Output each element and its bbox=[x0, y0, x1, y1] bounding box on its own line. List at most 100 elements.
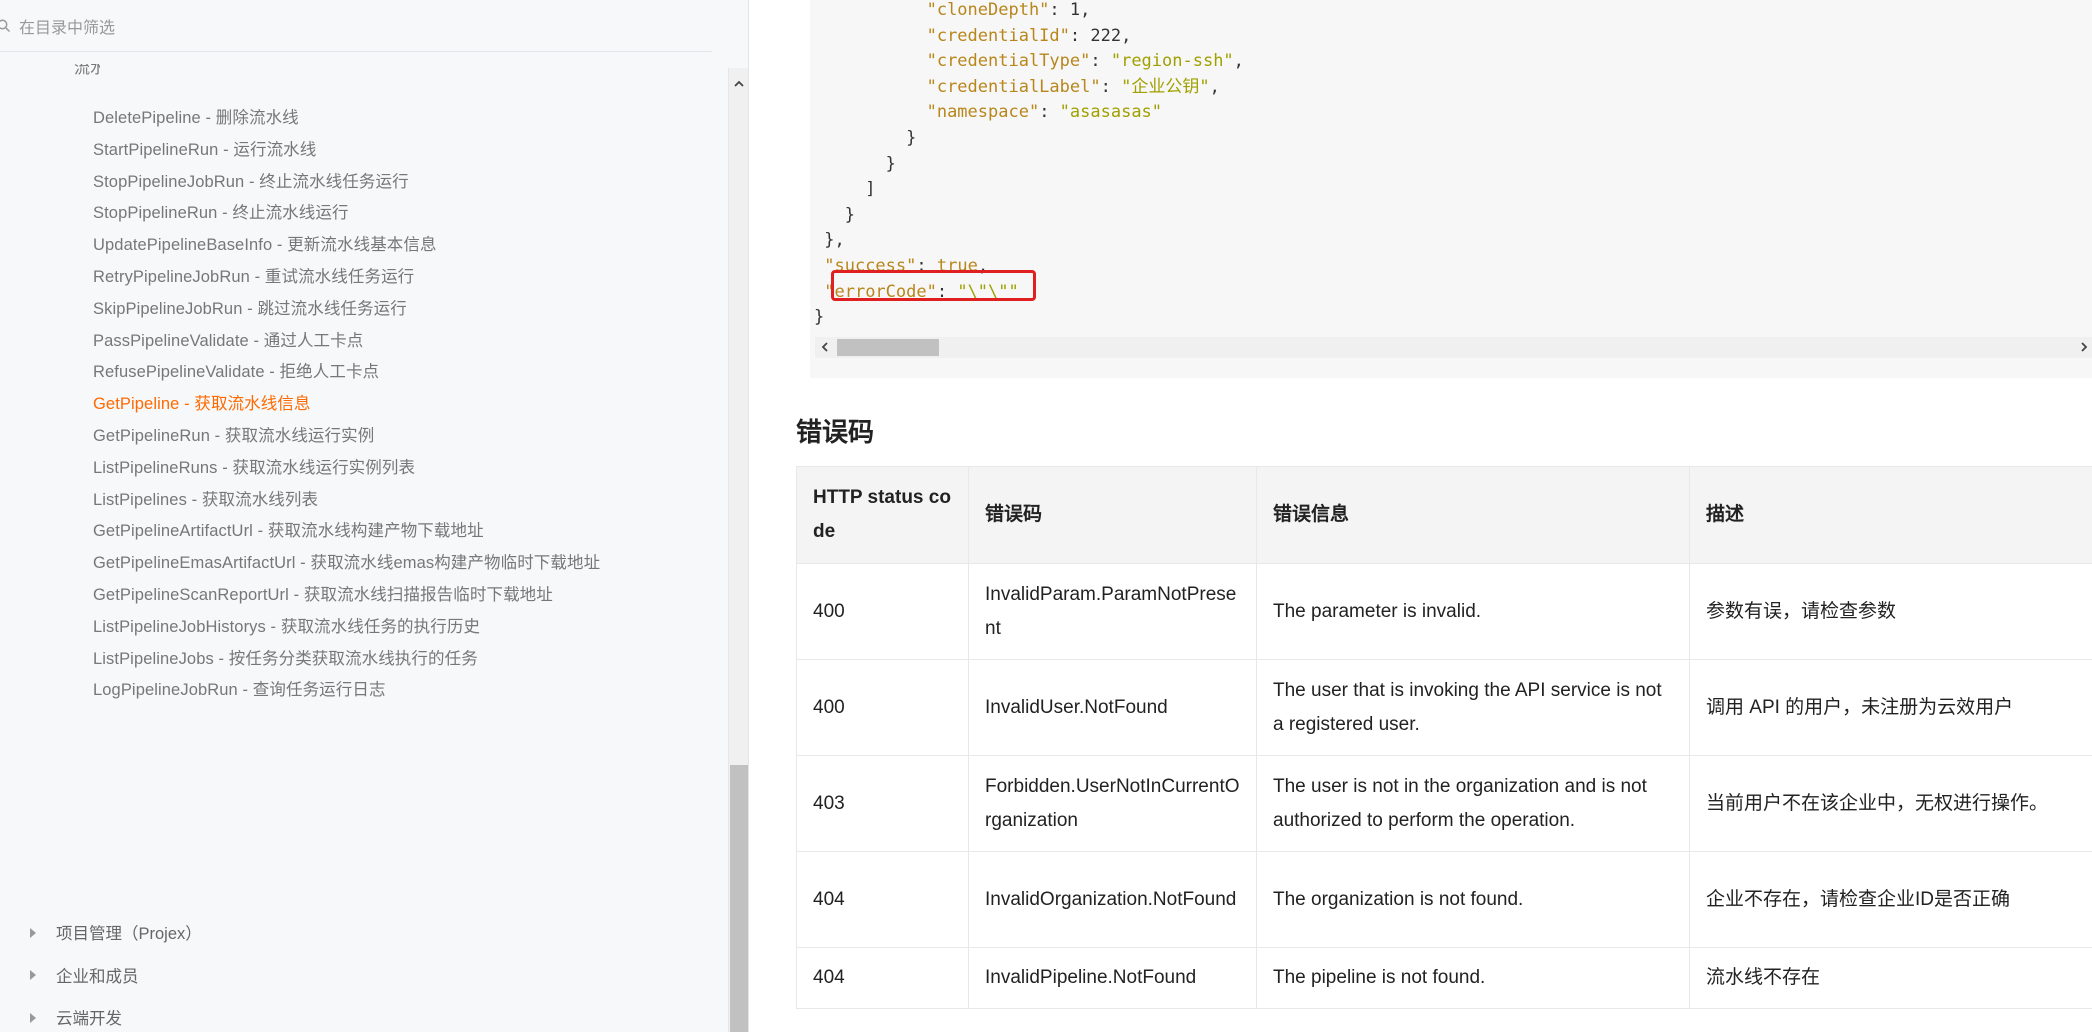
code-punct: , bbox=[1121, 25, 1132, 46]
code-key: "cloneDepth" bbox=[926, 0, 1050, 20]
header-http-status: HTTP status code bbox=[796, 466, 969, 564]
cell-description: 参数有误，请检查参数 bbox=[1689, 563, 2092, 660]
cell-error-code: InvalidPipeline.NotFound bbox=[968, 947, 1257, 1009]
sidebar-section[interactable]: 项目管理（Projex） bbox=[30, 920, 202, 944]
sidebar-item[interactable]: StartPipelineRun - 运行流水线 bbox=[93, 136, 316, 160]
cell-error-message: The organization is not found. bbox=[1256, 851, 1690, 948]
cell-description: 企业不存在，请检查企业ID是否正确 bbox=[1689, 851, 2092, 948]
code-line: "namespace": "asasasas" bbox=[814, 100, 1244, 126]
code-block: "cloneDepth": 1, "credentialId": 222, "c… bbox=[810, 0, 2092, 378]
table-row: 403 Forbidden.UserNotInCurrentOrganizatio… bbox=[796, 755, 2092, 852]
header-error-message: 错误信息 bbox=[1256, 466, 1690, 564]
sidebar-item[interactable]: SkipPipelineJobRun - 跳过流水线任务运行 bbox=[93, 295, 407, 319]
sidebar-section[interactable]: 企业和成员 bbox=[30, 963, 139, 987]
chevron-left-icon[interactable] bbox=[819, 341, 831, 353]
sidebar-section-label: 云端开发 bbox=[56, 1010, 122, 1028]
code-value: "region-ssh" bbox=[1110, 51, 1234, 72]
table-row: 400 InvalidUser.NotFound The user that is … bbox=[796, 659, 2092, 756]
search-icon bbox=[0, 19, 11, 32]
sidebar-item[interactable]: GetPipelineArtifactUrl - 获取流水线构建产物下载地址 bbox=[93, 517, 484, 541]
sidebar-scrollbar[interactable] bbox=[728, 68, 748, 1032]
cell-error-code: Forbidden.UserNotInCurrentOrganization bbox=[968, 755, 1257, 852]
code-line: "credentialId": 222, bbox=[814, 24, 1244, 50]
sidebar-item[interactable]: RefusePipelineValidate - 拒绝人工卡点 bbox=[93, 358, 379, 382]
cell-http-status: 400 bbox=[796, 659, 969, 756]
code-punct: , bbox=[1209, 76, 1220, 97]
cell-error-message: The user that is invoking the API servic… bbox=[1256, 659, 1690, 756]
sidebar-item[interactable]: ListPipelineJobs - 按任务分类获取流水线执行的任务 bbox=[93, 645, 478, 669]
code-separator: : bbox=[1039, 102, 1060, 123]
sidebar-section[interactable]: 云端开发 bbox=[30, 1005, 122, 1029]
caret-right-icon bbox=[30, 927, 36, 938]
code-line: } bbox=[814, 305, 1244, 331]
caret-right-icon bbox=[30, 970, 36, 981]
error-codes-heading: 错误码 bbox=[796, 417, 875, 447]
chevron-up-icon[interactable] bbox=[733, 78, 745, 90]
sidebar-item[interactable]: DeletePipeline - 删除流水线 bbox=[93, 104, 299, 128]
sidebar-item[interactable]: ListPipelines - 获取流水线列表 bbox=[93, 486, 318, 510]
cell-error-code: InvalidUser.NotFound bbox=[968, 659, 1257, 756]
sidebar-item[interactable]: UpdatePipelineBaseInfo - 更新流水线基本信息 bbox=[93, 231, 437, 255]
sidebar-item[interactable]: GetPipelineRun - 获取流水线运行实例 bbox=[93, 422, 374, 446]
cell-http-status: 403 bbox=[796, 755, 969, 852]
code-line: "cloneDepth": 1, bbox=[814, 0, 1244, 24]
cell-description: 当前用户不在该企业中，无权进行操作。 bbox=[1689, 755, 2092, 852]
code-value: } bbox=[844, 204, 855, 225]
cell-error-message: The pipeline is not found. bbox=[1256, 947, 1690, 1009]
code-value: } bbox=[814, 307, 825, 328]
cell-description: 流水线不存在 bbox=[1689, 947, 2092, 1009]
cell-error-code: InvalidParam.ParamNotPresent bbox=[968, 563, 1257, 660]
sidebar-item[interactable]: PassPipelineValidate - 通过人工卡点 bbox=[93, 327, 363, 351]
code-line: ] bbox=[814, 177, 1244, 203]
sidebar-item[interactable]: GetPipeline - 获取流水线信息 bbox=[93, 390, 311, 414]
sidebar-item[interactable]: StopPipelineJobRun - 终止流水线任务运行 bbox=[93, 168, 409, 192]
cell-error-code: InvalidOrganization.NotFound bbox=[968, 851, 1257, 948]
sidebar-filter-placeholder[interactable]: 在目录中筛选 bbox=[19, 14, 115, 38]
code-separator: : bbox=[1049, 0, 1070, 20]
cell-error-message: The user is not in the organization and … bbox=[1256, 755, 1690, 852]
code-value: "asasasas" bbox=[1059, 102, 1163, 123]
code-value: "企业公钥" bbox=[1121, 76, 1210, 97]
sidebar-item[interactable]: LogPipelineJobRun - 查询任务运行日志 bbox=[93, 676, 386, 700]
code-horizontal-scrollbar[interactable] bbox=[815, 337, 2092, 358]
sidebar-item[interactable]: ListPipelineRuns - 获取流水线运行实例列表 bbox=[93, 454, 415, 478]
header-description: 描述 bbox=[1689, 466, 2092, 564]
caret-right-icon bbox=[30, 1012, 36, 1023]
chevron-right-icon[interactable] bbox=[2078, 341, 2090, 353]
code-line: } bbox=[814, 126, 1244, 152]
cell-description: 调用 API 的用户，未注册为云效用户 bbox=[1689, 659, 2092, 756]
table-row: 404 InvalidPipeline.NotFound The pipeline … bbox=[796, 947, 2092, 1009]
cell-http-status: 400 bbox=[796, 563, 969, 660]
code-value: 1 bbox=[1069, 0, 1081, 20]
sidebar-item[interactable]: ListPipelineJobHistorys - 获取流水线任务的执行历史 bbox=[93, 613, 480, 637]
code-separator: : bbox=[1090, 51, 1111, 72]
code-line: } bbox=[814, 203, 1244, 229]
code-value: ] bbox=[865, 179, 876, 200]
code-key: "namespace" bbox=[926, 102, 1040, 123]
code-scrollbar-thumb[interactable] bbox=[837, 339, 939, 356]
code-punct: , bbox=[1080, 0, 1091, 20]
sidebar-item[interactable]: StopPipelineRun - 终止流水线运行 bbox=[93, 199, 349, 223]
error-code-table: HTTP status code 错误码 错误信息 描述 400 InvalidP… bbox=[796, 466, 2092, 1009]
sidebar-item[interactable]: RetryPipelineJobRun - 重试流水线任务运行 bbox=[93, 263, 414, 287]
sidebar-item[interactable]: GetPipelineScanReportUrl - 获取流水线扫描报告临时下载… bbox=[93, 581, 553, 605]
sidebar-scrollbar-thumb[interactable] bbox=[730, 765, 748, 1032]
tree-group-pipeline[interactable]: 流水线 bbox=[52, 64, 100, 82]
code-punct: , bbox=[1233, 51, 1244, 72]
sidebar-filter[interactable]: 在目录中筛选 bbox=[0, 0, 712, 52]
sidebar-item[interactable]: GetPipelineEmasArtifactUrl - 获取流水线emas构建… bbox=[93, 549, 600, 573]
code-line: "credentialType": "region-ssh", bbox=[814, 49, 1244, 75]
code-separator: : bbox=[1069, 25, 1091, 46]
cell-http-status: 404 bbox=[796, 851, 969, 948]
code-key: "credentialType" bbox=[926, 51, 1091, 72]
